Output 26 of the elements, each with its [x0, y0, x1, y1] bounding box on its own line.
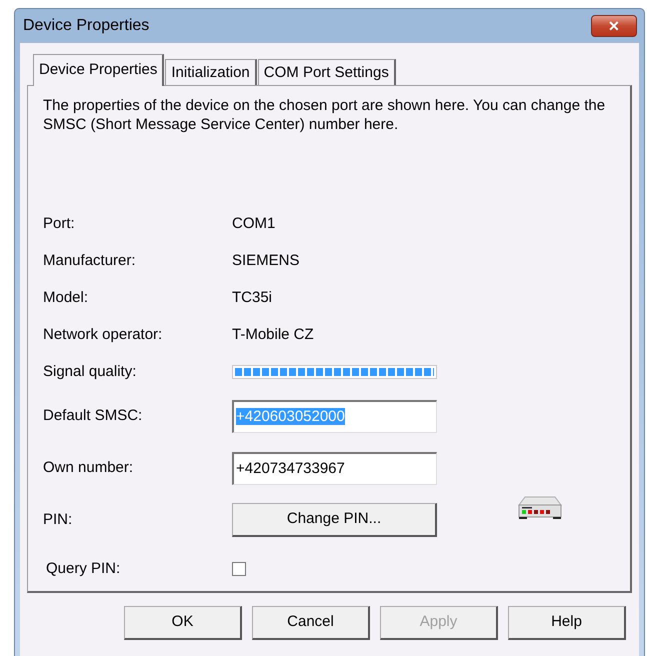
description-text: The properties of the device on the chosen port are shown here. You can change the SMSC (Short Message Service Center) number here.	[43, 96, 606, 134]
close-button[interactable]: ✕	[591, 15, 637, 37]
field-label: Network operator:	[43, 325, 164, 346]
field-label: Port:	[43, 214, 76, 234]
tab[interactable]: COM Port Settings	[258, 59, 396, 85]
field-label: Model:	[43, 288, 90, 308]
dialog-button[interactable]: OK	[124, 606, 242, 640]
field-label: PIN:	[43, 510, 74, 530]
window-title: Device Properties	[23, 16, 150, 36]
input-field[interactable]: +420734733967	[232, 452, 437, 484]
field-label: Own number:	[43, 458, 134, 478]
field-value: COM1	[232, 214, 276, 234]
field-value: SIEMENS	[232, 251, 300, 272]
field-value: T-Mobile CZ	[232, 325, 314, 346]
tab[interactable]: Initialization	[165, 59, 257, 85]
field-label: Default SMSC:	[43, 406, 144, 426]
tab[interactable]: Device Properties	[33, 54, 164, 86]
checkbox-label: Query PIN:	[45, 558, 122, 579]
modem-icon	[518, 495, 562, 521]
change-pin-button[interactable]: Change PIN...	[232, 503, 437, 537]
field-label: Manufacturer:	[43, 251, 137, 272]
dialog-button[interactable]: Cancel	[252, 606, 370, 640]
dialog-button[interactable]: Help	[508, 606, 626, 640]
field-label: Signal quality:	[43, 362, 138, 382]
field-value: TC35i	[232, 288, 272, 308]
checkbox[interactable]	[232, 562, 246, 576]
